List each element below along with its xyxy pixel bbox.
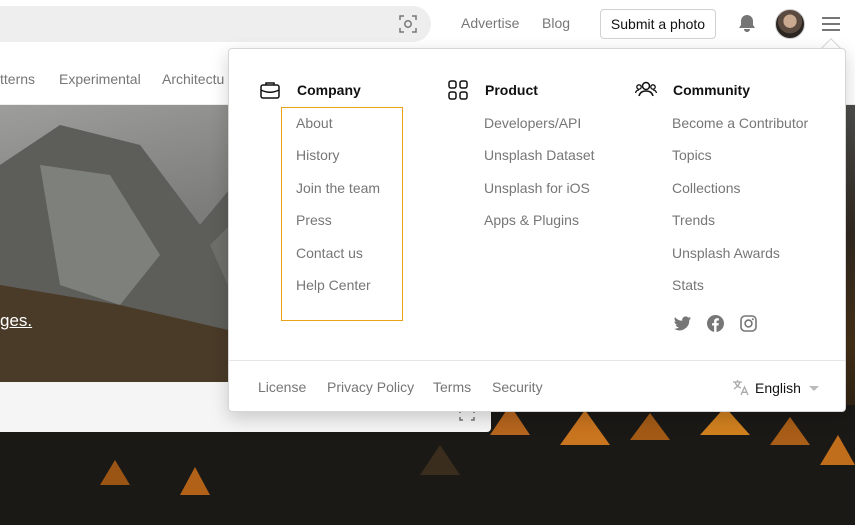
facebook-icon[interactable] — [706, 314, 725, 333]
menu-item-become-a-contributor[interactable]: Become a Contributor — [672, 114, 808, 146]
footer-divider — [229, 360, 845, 361]
menu-item-developers-api[interactable]: Developers/API — [484, 114, 595, 146]
menu-item-topics[interactable]: Topics — [672, 146, 808, 178]
product-heading: Product — [447, 79, 595, 101]
menu-item-unsplash-awards[interactable]: Unsplash Awards — [672, 244, 808, 276]
company-heading: Company — [259, 79, 380, 101]
company-title: Company — [297, 82, 361, 98]
menu-item-unsplash-for-ios[interactable]: Unsplash for iOS — [484, 179, 595, 211]
user-avatar[interactable] — [775, 9, 805, 39]
footer-security-link[interactable]: Security — [492, 379, 543, 395]
menu-item-trends[interactable]: Trends — [672, 211, 808, 243]
translate-icon — [733, 380, 749, 396]
twitter-icon[interactable] — [673, 314, 692, 333]
social-links — [673, 314, 758, 333]
category-experimental[interactable]: Experimental — [59, 71, 141, 87]
chevron-down-icon — [808, 385, 819, 391]
hamburger-menu-icon[interactable] — [821, 15, 841, 33]
nav-advertise-link[interactable]: Advertise — [461, 15, 519, 31]
top-header: Advertise Blog Submit a photo — [0, 0, 855, 48]
product-links: Developers/API Unsplash Dataset Unsplash… — [484, 114, 595, 244]
notification-bell-icon[interactable] — [737, 13, 757, 33]
menu-item-collections[interactable]: Collections — [672, 179, 808, 211]
hero-tagline-fragment[interactable]: ges. — [0, 311, 32, 331]
category-patterns[interactable]: tterns — [0, 71, 35, 87]
search-bar[interactable] — [0, 6, 431, 42]
instagram-icon[interactable] — [739, 314, 758, 333]
community-column: Community Become a Contributor Topics Co… — [635, 79, 808, 308]
main-menu-dropdown: Company About History Join the team Pres… — [228, 48, 846, 412]
briefcase-icon — [260, 82, 280, 99]
product-title: Product — [485, 82, 538, 98]
footer-privacy-policy-link[interactable]: Privacy Policy — [327, 379, 414, 395]
category-architecture[interactable]: Architectu — [162, 71, 224, 87]
people-icon — [635, 81, 657, 97]
menu-item-unsplash-dataset[interactable]: Unsplash Dataset — [484, 146, 595, 178]
language-selector[interactable]: English — [732, 379, 819, 396]
language-label: English — [755, 379, 801, 396]
community-heading: Community — [635, 79, 808, 101]
footer-terms-link[interactable]: Terms — [433, 379, 471, 395]
menu-item-apps-plugins[interactable]: Apps & Plugins — [484, 211, 595, 243]
community-title: Community — [673, 82, 750, 98]
visual-search-icon[interactable] — [399, 15, 417, 33]
grid-icon — [448, 80, 468, 100]
footer-license-link[interactable]: License — [258, 379, 306, 395]
product-column: Product Developers/API Unsplash Dataset … — [447, 79, 595, 244]
highlight-box — [281, 107, 403, 321]
menu-item-stats[interactable]: Stats — [672, 276, 808, 308]
submit-photo-button[interactable]: Submit a photo — [600, 9, 716, 39]
nav-blog-link[interactable]: Blog — [542, 15, 570, 31]
community-links: Become a Contributor Topics Collections … — [672, 114, 808, 308]
